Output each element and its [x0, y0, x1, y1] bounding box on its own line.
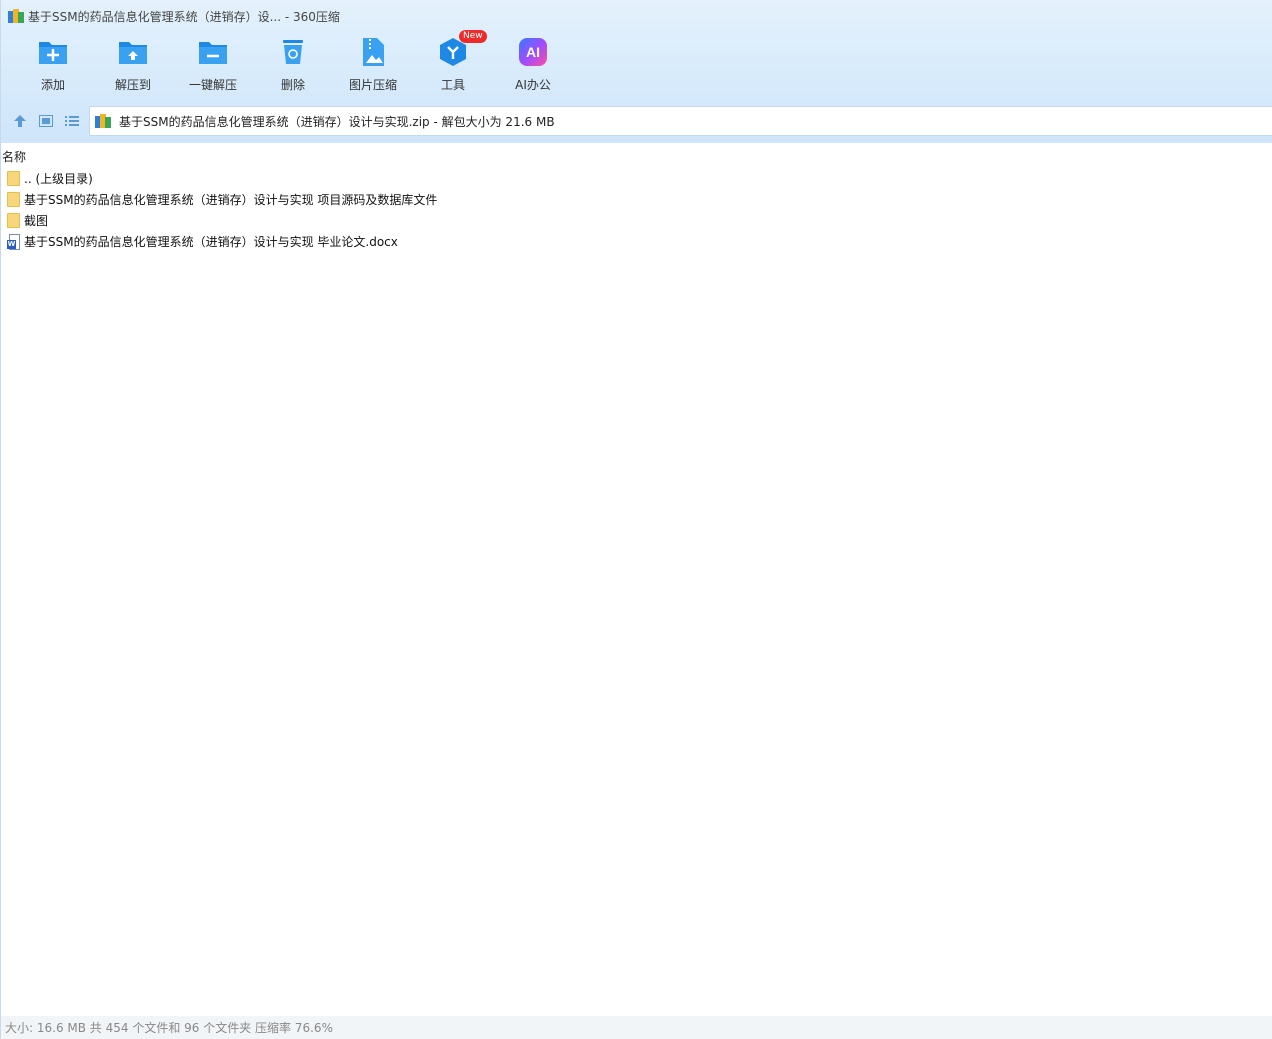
extract-to-button[interactable]: 解压到: [93, 36, 173, 98]
ai-office-label: AI办公: [515, 78, 551, 92]
address-text: 基于SSM的药品信息化管理系统（进销存）设计与实现.zip - 解包大小为 21…: [119, 114, 555, 129]
list-view-button[interactable]: [59, 108, 85, 134]
image-compress-button[interactable]: 图片压缩: [333, 36, 413, 98]
extract-to-icon: [117, 36, 149, 68]
ai-icon-text: AI: [526, 44, 540, 60]
one-click-extract-icon: [197, 36, 229, 68]
one-click-extract-button[interactable]: 一键解压: [173, 36, 253, 98]
list-item-thesis-docx[interactable]: W 基于SSM的药品信息化管理系统（进销存）设计与实现 毕业论文.docx: [7, 231, 437, 252]
ai-office-button[interactable]: AI AI办公: [493, 36, 573, 98]
tools-button[interactable]: New 工具: [413, 30, 493, 98]
delete-button[interactable]: 删除: [253, 36, 333, 98]
list-item-label: 基于SSM的药品信息化管理系统（进销存）设计与实现 毕业论文.docx: [24, 235, 398, 249]
toolbar: 添加 解压到 一键解压 删除 图片压缩 New 工具 AI AI办公: [13, 30, 573, 98]
top-area: 基于SSM的药品信息化管理系统（进销存）设... - 360压缩 添加 解压到 …: [1, 0, 1272, 143]
list-item-label: .. (上级目录): [24, 172, 93, 186]
column-header-name[interactable]: 名称: [2, 148, 26, 165]
delete-icon: [277, 36, 309, 68]
image-compress-icon: [357, 36, 389, 68]
address-bar[interactable]: 基于SSM的药品信息化管理系统（进销存）设计与实现.zip - 解包大小为 21…: [89, 106, 1272, 136]
app-window: 基于SSM的药品信息化管理系统（进销存）设... - 360压缩 添加 解压到 …: [0, 0, 1272, 1039]
file-list: .. (上级目录) 基于SSM的药品信息化管理系统（进销存）设计与实现 项目源码…: [7, 168, 437, 252]
list-item-label: 基于SSM的药品信息化管理系统（进销存）设计与实现 项目源码及数据库文件: [24, 193, 438, 207]
extract-to-label: 解压到: [114, 78, 151, 92]
word-document-icon: W: [7, 233, 20, 250]
tools-label: 工具: [440, 78, 465, 92]
archive-file-icon: [95, 114, 111, 128]
ai-office-icon: AI: [517, 36, 549, 68]
window-title: 基于SSM的药品信息化管理系统（进销存）设... - 360压缩: [28, 9, 340, 24]
list-item-screenshots-folder[interactable]: 截图: [7, 210, 437, 231]
one-click-extract-label: 一键解压: [188, 78, 237, 92]
image-compress-label: 图片压缩: [348, 78, 397, 92]
navigation-bar: 基于SSM的药品信息化管理系统（进销存）设计与实现.zip - 解包大小为 21…: [1, 106, 1272, 136]
folder-icon: [7, 213, 20, 228]
folder-icon: [7, 171, 20, 186]
list-item-parent-directory[interactable]: .. (上级目录): [7, 168, 437, 189]
new-badge: New: [459, 30, 487, 43]
status-bar: 大小: 16.6 MB 共 454 个文件和 96 个文件夹 压缩率 76.6%: [1, 1016, 1272, 1039]
arrow-up-icon: [14, 115, 26, 127]
tools-icon: New: [437, 30, 487, 68]
list-item-source-folder[interactable]: 基于SSM的药品信息化管理系统（进销存）设计与实现 项目源码及数据库文件: [7, 189, 437, 210]
title-bar: 基于SSM的药品信息化管理系统（进销存）设... - 360压缩: [1, 0, 1272, 32]
up-level-button[interactable]: [7, 108, 33, 134]
add-icon: [37, 36, 69, 68]
thumbnail-view-icon: [39, 115, 53, 127]
list-view-icon: [65, 116, 79, 126]
archive-app-icon: [8, 9, 24, 23]
thumbnail-view-button[interactable]: [33, 108, 59, 134]
folder-icon: [7, 192, 20, 207]
list-item-label: 截图: [24, 214, 49, 228]
add-button[interactable]: 添加: [13, 36, 93, 98]
add-label: 添加: [40, 78, 65, 92]
delete-label: 删除: [280, 78, 305, 92]
status-text: 大小: 16.6 MB 共 454 个文件和 96 个文件夹 压缩率 76.6%: [5, 1021, 333, 1035]
